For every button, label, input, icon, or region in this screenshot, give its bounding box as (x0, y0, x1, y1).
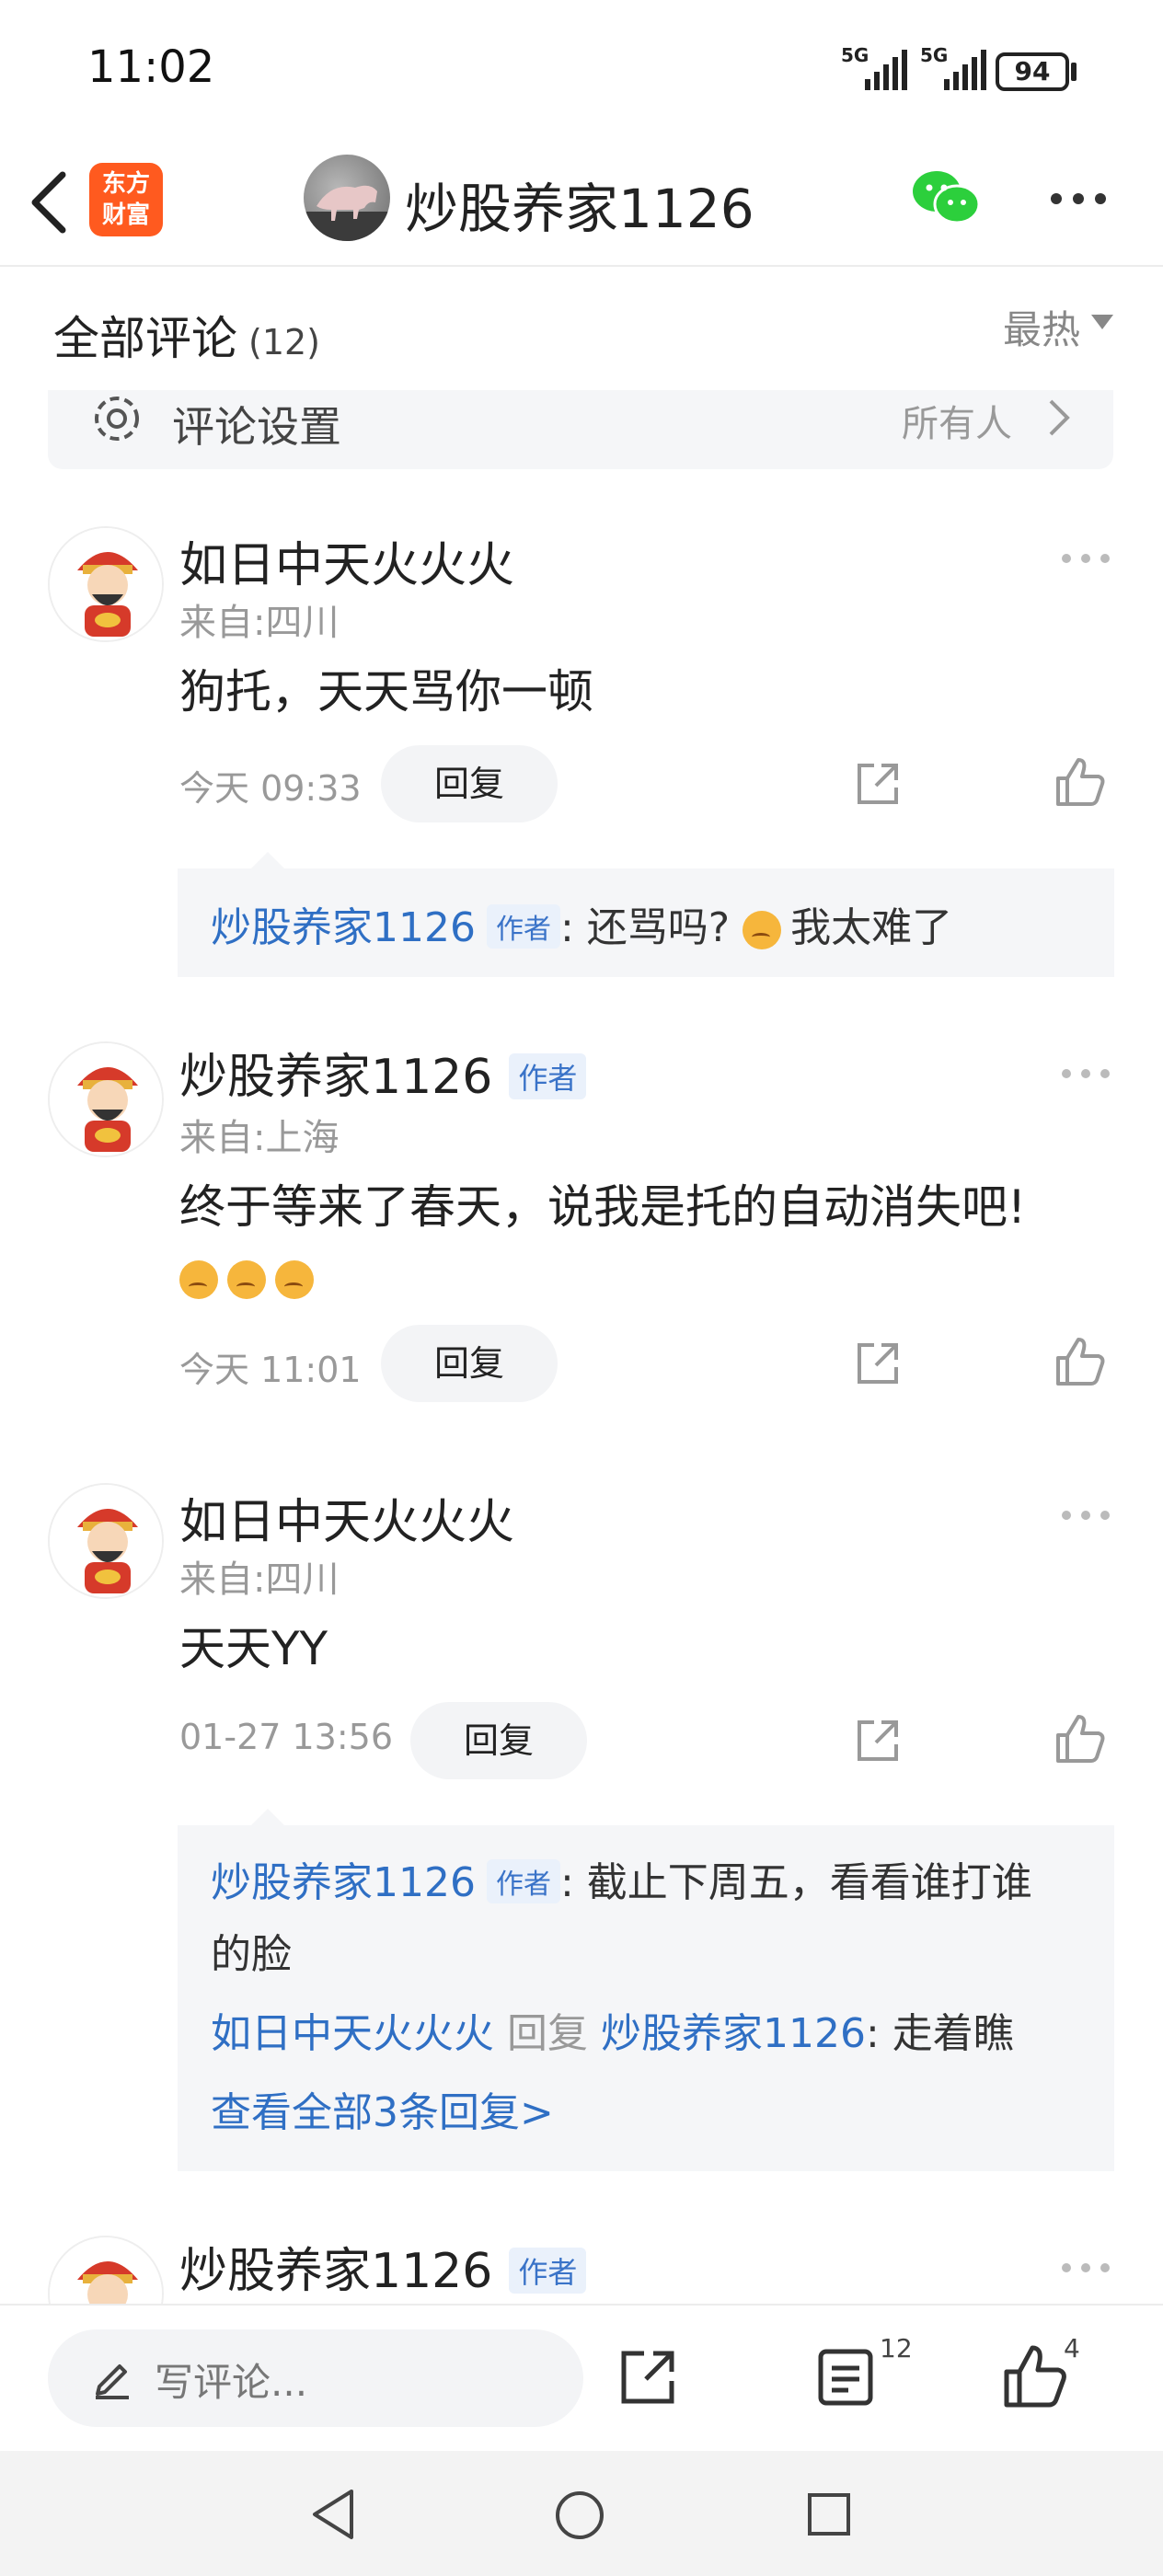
nav-back-icon[interactable] (309, 2488, 357, 2541)
reply-text: : 截止下周五，看看谁打谁 (559, 1859, 1032, 1906)
page-title: 炒股养家1126 (405, 178, 754, 240)
comment-text: 终于等来了春天，说我是托的自动消失吧! (179, 1180, 1027, 1234)
like-icon[interactable] (1054, 1336, 1106, 1387)
reply-line: 如日中天火火火 回复 炒股养家1126: 走着瞧 (211, 2000, 1014, 2059)
reply-box[interactable]: 炒股养家1126 作者: 还骂吗? 我太难了 (178, 852, 1114, 977)
comment-location: 来自:上海 (179, 1117, 340, 1159)
sort-dropdown[interactable]: 最热 (1003, 299, 1080, 355)
system-nav-bar (0, 2451, 1163, 2576)
chevron-right-icon (1049, 399, 1070, 436)
nav-home-icon[interactable] (554, 2490, 605, 2541)
battery-cap (1071, 63, 1077, 81)
bottom-action-bar: 写评论... 12 4 (0, 2304, 1163, 2451)
share-icon[interactable] (854, 1717, 902, 1765)
reply-text: : 走着瞧 (865, 2010, 1014, 2057)
reply-target[interactable]: 炒股养家1126 (601, 2010, 866, 2057)
app-logo[interactable]: 东方 财富 (89, 163, 163, 236)
reply-line: 炒股养家1126 作者: 还骂吗? 我太难了 (211, 894, 952, 953)
comment-text: 狗托，天天骂你一顿 (179, 665, 593, 719)
reply-button[interactable]: 回复 (381, 745, 558, 822)
avatar[interactable] (48, 2236, 164, 2304)
status-bar: 11:02 5G 5G 94 (0, 0, 1163, 147)
comment-time: 今天 11:01 (179, 1350, 362, 1390)
nav-recent-apps-icon[interactable] (806, 2491, 852, 2537)
author-tag: 作者 (509, 1053, 587, 1099)
reply-button[interactable]: 回复 (381, 1325, 558, 1402)
sad-emoji-icon (275, 1260, 314, 1299)
comment-more-icon[interactable] (1060, 2261, 1111, 2274)
top-header: 东方 财富 炒股养家1126 (0, 147, 1163, 267)
like-icon[interactable] (1003, 2344, 1067, 2409)
header-avatar[interactable] (304, 155, 390, 241)
comment-author[interactable]: 炒股养家1126 作者 (179, 1038, 587, 1107)
view-all-replies-link[interactable]: 查看全部3条回复> (211, 2079, 554, 2138)
like-icon[interactable] (1054, 756, 1106, 808)
all-comments-title: 全部评论 (12) (53, 302, 320, 368)
dropdown-triangle-icon[interactable] (1091, 315, 1113, 329)
settings-value: 所有人 (902, 403, 1012, 445)
reply-line-cont: 的脸 (211, 1931, 292, 1978)
comment-author[interactable]: 炒股养家1126 作者 (179, 2232, 587, 2301)
sad-emoji-icon (179, 1260, 218, 1299)
comment-more-icon[interactable] (1060, 552, 1111, 565)
reply-line: 炒股养家1126 作者: 截止下周五，看看谁打谁 (211, 1849, 1032, 1908)
reply-author[interactable]: 炒股养家1126 (211, 1859, 476, 1906)
avatar[interactable] (48, 1483, 164, 1599)
emoji-row (179, 1260, 323, 1299)
reply-author[interactable]: 炒股养家1126 (211, 904, 476, 951)
share-icon[interactable] (854, 1340, 902, 1387)
battery-icon: 94 (996, 52, 1069, 91)
comment-more-icon[interactable] (1060, 1509, 1111, 1522)
comment-count-badge: 12 (880, 2333, 913, 2363)
reply-author[interactable]: 如日中天火火火 (211, 2010, 494, 2057)
settings-label: 评论设置 (172, 402, 341, 452)
author-tag: 作者 (509, 2248, 587, 2294)
like-icon[interactable] (1054, 1713, 1106, 1765)
share-icon[interactable] (854, 760, 902, 808)
reply-button[interactable]: 回复 (410, 1702, 587, 1779)
comment-author[interactable]: 如日中天火火火 (179, 526, 514, 595)
write-comment-placeholder: 写评论... (155, 2360, 308, 2405)
reply-text-2: 我太难了 (790, 904, 953, 951)
comment-count: (12) (248, 322, 321, 362)
write-comment-input[interactable]: 写评论... (48, 2329, 583, 2427)
comment-author-name[interactable]: 炒股养家1126 (179, 1050, 492, 1105)
reply-box[interactable]: 炒股养家1126 作者: 截止下周五，看看谁打谁 的脸 如日中天火火火 回复 炒股… (178, 1809, 1114, 2171)
comment-settings-row[interactable]: 评论设置 所有人 (48, 390, 1113, 469)
all-comments-label: 全部评论 (53, 312, 237, 365)
logo-text-1: 东方 (101, 170, 150, 198)
back-arrow-icon[interactable] (26, 166, 74, 239)
comment-time: 01-27 13:56 (179, 1717, 394, 1757)
author-tag: 作者 (486, 904, 560, 949)
reply-text: : 还骂吗? (559, 904, 743, 951)
pencil-icon (96, 2364, 129, 2399)
comment-author-name[interactable]: 炒股养家1126 (179, 2244, 492, 2299)
avatar[interactable] (48, 526, 164, 642)
comment-more-icon[interactable] (1060, 1067, 1111, 1080)
comment-text: 天天YY (179, 1622, 328, 1675)
comment-location: 来自:四川 (179, 1558, 340, 1601)
comment-list-icon[interactable] (817, 2348, 874, 2407)
like-count-badge: 4 (1064, 2333, 1080, 2363)
comment-location: 来自:四川 (179, 602, 340, 644)
share-icon[interactable] (618, 2348, 677, 2407)
comment-author[interactable]: 如日中天火火火 (179, 1483, 514, 1552)
more-icon[interactable] (1049, 190, 1108, 208)
sad-emoji-icon (227, 1260, 266, 1299)
laugh-cry-emoji-icon (743, 911, 782, 949)
avatar[interactable] (48, 1041, 164, 1157)
comment-item: 炒股养家1126 作者 (0, 2225, 1163, 2304)
status-time: 11:02 (87, 41, 215, 93)
comment-time: 今天 09:33 (179, 768, 362, 809)
wechat-icon[interactable] (911, 167, 981, 226)
logo-text-2: 财富 (101, 201, 150, 229)
author-tag: 作者 (486, 1859, 560, 1903)
reply-to-label: 回复 (507, 2010, 588, 2057)
gear-icon (95, 397, 139, 441)
